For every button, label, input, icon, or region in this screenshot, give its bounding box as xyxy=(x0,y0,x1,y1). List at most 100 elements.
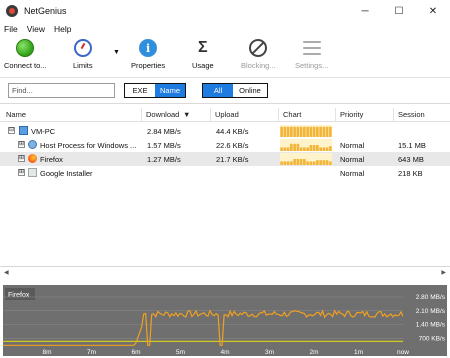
graph-x-tick: now xyxy=(397,349,409,356)
column-divider[interactable] xyxy=(393,108,394,122)
usage-bar xyxy=(316,160,319,165)
row-priority: Normal xyxy=(340,155,365,164)
menu-view[interactable]: View xyxy=(27,24,45,34)
name-mode-button[interactable]: Name xyxy=(155,84,185,97)
window-title: NetGenius xyxy=(24,6,67,16)
maximize-icon[interactable]: ☐ xyxy=(382,0,416,22)
menu-help[interactable]: Help xyxy=(54,24,71,34)
usage-button[interactable]: Σ Usage xyxy=(192,39,214,70)
properties-button[interactable]: i Properties xyxy=(131,39,165,70)
row-name: Firefox xyxy=(40,155,63,164)
gauge-icon xyxy=(73,39,92,57)
bandwidth-graph: Firefox 2.80 MB/s 2.10 MB/s 1.40 MB/s 700 K… xyxy=(3,285,447,356)
usage-bar xyxy=(316,126,319,137)
row-usage-chart xyxy=(280,153,332,165)
expand-icon[interactable]: ⊞ xyxy=(18,141,25,148)
row-download: 1.57 MB/s xyxy=(147,141,181,150)
usage-bar xyxy=(299,126,303,137)
usage-bar xyxy=(290,126,293,137)
horizontal-scrollbar[interactable]: ◀ ▶ xyxy=(0,266,450,278)
graph-x-tick: 3m xyxy=(265,349,274,356)
row-upload: 21.7 KB/s xyxy=(216,155,249,164)
column-divider[interactable] xyxy=(141,108,142,122)
usage-bar xyxy=(280,126,283,137)
table-row[interactable]: ⊞ Host Process for Windows ... 1.57 MB/s… xyxy=(0,138,450,152)
scroll-right-icon[interactable]: ▶ xyxy=(441,269,446,276)
row-session: 643 MB xyxy=(398,155,424,164)
usage-bar xyxy=(299,147,303,151)
usage-bar xyxy=(325,126,329,137)
scope-online-button[interactable]: Online xyxy=(233,84,267,97)
settings-button[interactable]: Settings... xyxy=(295,39,328,70)
usage-bar xyxy=(325,147,329,151)
connect-button[interactable]: Connect to... xyxy=(4,39,47,70)
usage-bar xyxy=(280,147,283,151)
usage-bar xyxy=(316,145,319,151)
usage-bar xyxy=(319,160,322,165)
usage-bar xyxy=(290,161,293,165)
column-divider[interactable] xyxy=(278,108,279,122)
settings-label: Settings... xyxy=(295,61,329,70)
expand-icon[interactable]: ⊞ xyxy=(18,169,25,176)
table-row[interactable]: ⊞ Firefox 1.27 MB/s 21.7 KB/s Normal 643… xyxy=(0,152,450,166)
column-header-download[interactable]: Download xyxy=(146,110,179,119)
row-name: VM-PC xyxy=(31,127,56,136)
usage-bar xyxy=(329,161,332,165)
graph-x-tick: 1m xyxy=(354,349,363,356)
minimize-icon[interactable]: ─ xyxy=(348,0,382,22)
usage-bar xyxy=(286,126,290,137)
sigma-icon: Σ xyxy=(198,39,208,56)
usage-bar xyxy=(286,161,290,165)
blocking-button[interactable]: Blocking... xyxy=(241,39,276,70)
limits-dropdown-arrow-icon[interactable]: ▼ xyxy=(113,49,120,56)
graph-x-tick: 2m xyxy=(309,349,318,356)
menu-file[interactable]: File xyxy=(4,24,18,34)
app-logo-icon xyxy=(6,5,18,17)
close-icon[interactable]: ✕ xyxy=(416,0,450,22)
usage-bar xyxy=(286,147,290,151)
row-name: Host Process for Windows ... xyxy=(40,141,137,150)
table-row[interactable]: ⊟ VM-PC 2.84 MB/s 44.4 KB/s xyxy=(0,124,450,138)
computer-icon xyxy=(19,126,28,135)
usage-label: Usage xyxy=(192,61,214,70)
row-session: 218 KB xyxy=(398,169,423,178)
collapse-icon[interactable]: ⊟ xyxy=(8,127,15,134)
usage-bar xyxy=(306,161,309,165)
row-priority: Normal xyxy=(340,141,365,150)
table-row[interactable]: ⊞ Google Installer Normal 218 KB xyxy=(0,166,450,180)
usage-bar xyxy=(293,143,296,151)
column-header-session[interactable]: Session xyxy=(398,110,425,119)
exe-mode-button[interactable]: EXE xyxy=(125,84,155,97)
column-header-priority[interactable]: Priority xyxy=(340,110,363,119)
usage-bar xyxy=(293,159,296,165)
table-header: Name Download ▼ Upload Chart Priority Se… xyxy=(0,108,450,122)
graph-x-tick: 5m xyxy=(176,349,185,356)
usage-bar xyxy=(306,126,309,137)
limits-button[interactable]: Limits xyxy=(73,39,93,70)
scope-toggle: All Online xyxy=(202,83,268,98)
scope-all-button[interactable]: All xyxy=(203,84,233,97)
usage-bar xyxy=(303,126,306,137)
search-input[interactable] xyxy=(8,83,115,98)
column-header-name[interactable]: Name xyxy=(6,110,26,119)
usage-bar xyxy=(325,160,329,165)
usage-bar xyxy=(319,126,322,137)
usage-bar xyxy=(296,126,300,137)
column-header-chart[interactable]: Chart xyxy=(283,110,301,119)
sort-descending-icon: ▼ xyxy=(183,110,191,119)
column-divider[interactable] xyxy=(335,108,336,122)
expand-icon[interactable]: ⊞ xyxy=(18,155,25,162)
usage-bar xyxy=(309,126,313,137)
graph-y-tick: 1.40 MB/s xyxy=(416,322,446,329)
usage-bar xyxy=(329,126,332,137)
column-divider[interactable] xyxy=(210,108,211,122)
connect-icon xyxy=(16,39,35,57)
usage-bar xyxy=(280,161,283,165)
column-header-upload[interactable]: Upload xyxy=(215,110,239,119)
usage-bar xyxy=(283,161,287,165)
usage-bar xyxy=(322,147,326,151)
connect-label: Connect to... xyxy=(4,61,47,70)
scroll-left-icon[interactable]: ◀ xyxy=(4,269,9,276)
row-name: Google Installer xyxy=(40,169,93,178)
row-download: 1.27 MB/s xyxy=(147,155,181,164)
